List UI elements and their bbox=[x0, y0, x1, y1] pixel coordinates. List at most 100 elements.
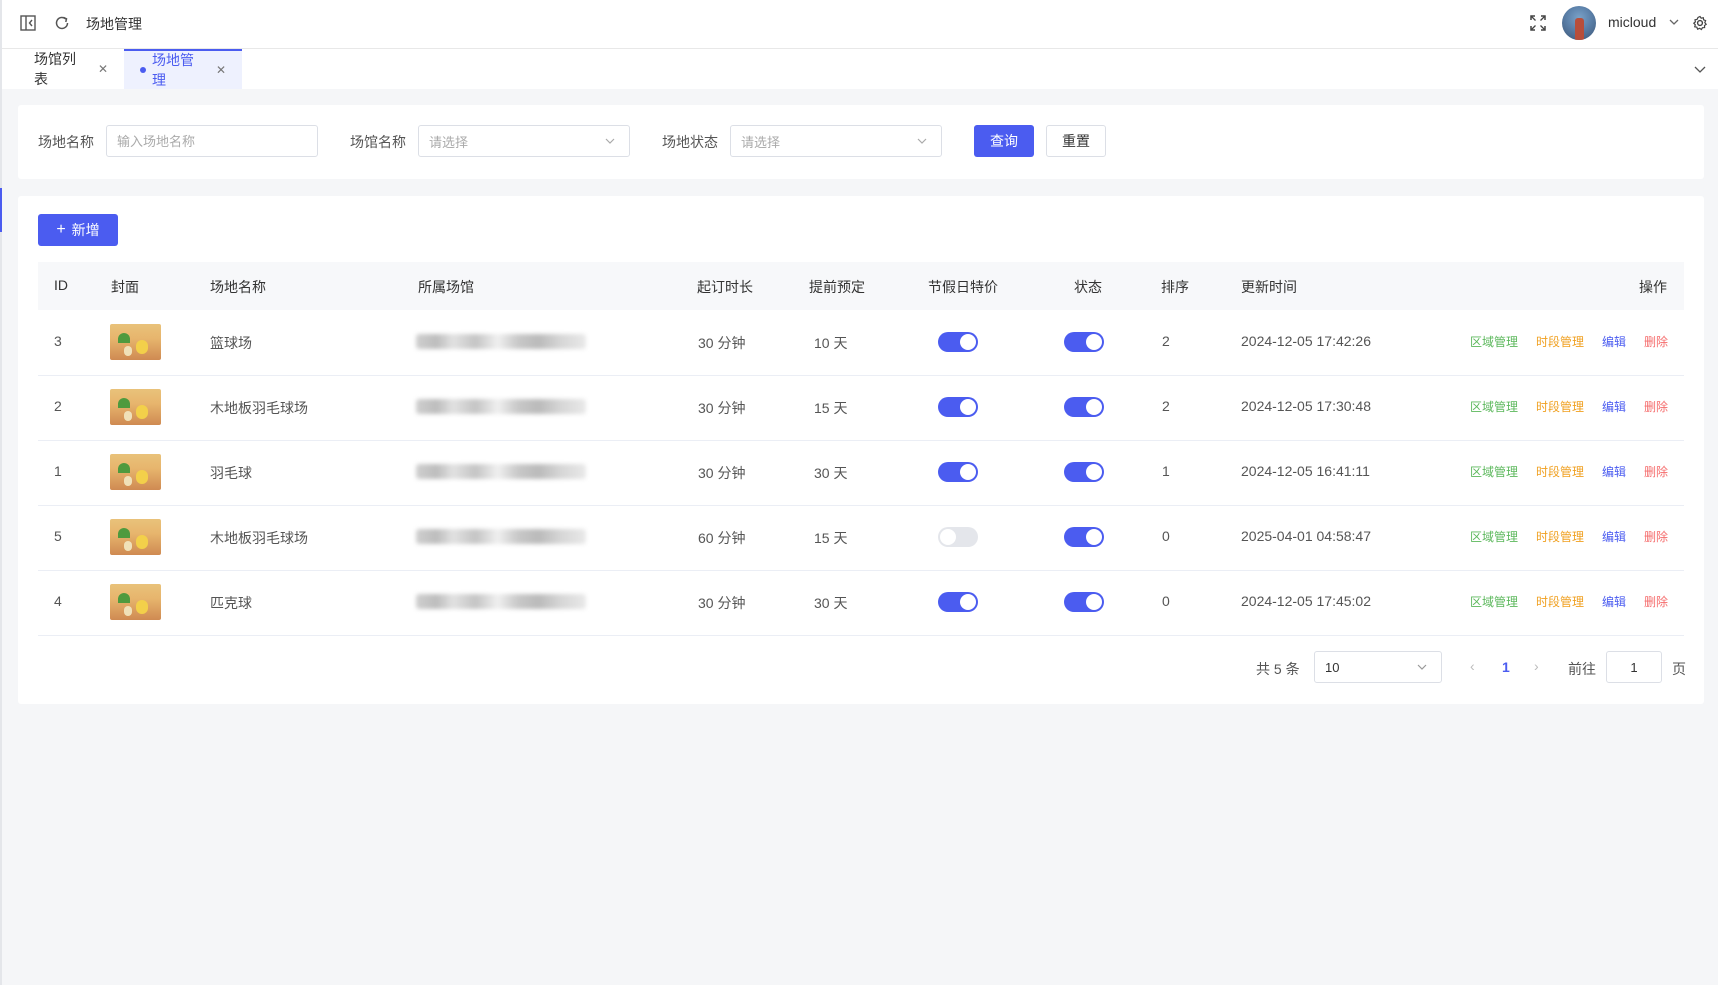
area-management-link[interactable]: 区域管理 bbox=[1470, 593, 1518, 610]
column-header-name: 场地名称 bbox=[210, 279, 266, 295]
stadium-name-label: 场馆名称 bbox=[350, 134, 406, 150]
username[interactable]: micloud bbox=[1608, 14, 1656, 30]
chevron-down-icon bbox=[917, 138, 927, 144]
tab-venue-list[interactable]: 场馆列表 ✕ bbox=[18, 49, 124, 89]
holiday-price-switch[interactable] bbox=[938, 332, 978, 352]
cover-image bbox=[110, 389, 161, 425]
sidebar-toggle-icon[interactable] bbox=[18, 13, 38, 33]
table-header: ID 封面 场地名称 所属场馆 起订时长 提前预定 节假日特价 状态 排序 更新… bbox=[38, 262, 1684, 310]
column-header-stadium: 所属场馆 bbox=[418, 279, 474, 295]
status-switch[interactable] bbox=[1064, 462, 1104, 482]
cell-advance: 30 天 bbox=[814, 595, 848, 611]
edit-link[interactable]: 编辑 bbox=[1602, 398, 1626, 415]
status-switch[interactable] bbox=[1064, 332, 1104, 352]
next-page-icon[interactable]: › bbox=[1534, 658, 1539, 674]
edit-link[interactable]: 编辑 bbox=[1602, 463, 1626, 480]
area-management-link[interactable]: 区域管理 bbox=[1470, 398, 1518, 415]
area-management-link[interactable]: 区域管理 bbox=[1470, 463, 1518, 480]
table-row: 4 匹克球 30 分钟 30 天 0 2024-12-05 17:45:02 区域管理 时段管… bbox=[38, 570, 1684, 636]
column-header-status: 状态 bbox=[1074, 279, 1102, 295]
tabs-dropdown-chevron-icon[interactable] bbox=[1692, 61, 1708, 77]
table-row: 3 篮球场 30 分钟 10 天 2 2024-12-05 17:42:26 区域管理 时段管… bbox=[38, 310, 1684, 376]
cell-stadium-redacted bbox=[416, 529, 586, 544]
cell-id: 1 bbox=[54, 463, 62, 479]
edit-link[interactable]: 编辑 bbox=[1602, 333, 1626, 350]
cell-id: 4 bbox=[54, 593, 62, 609]
search-form-card: 场地名称 场馆名称 请选择 场地状态 请选择 查询 重置 bbox=[18, 105, 1704, 179]
cell-updated: 2025-04-01 04:58:47 bbox=[1241, 528, 1371, 544]
holiday-price-switch[interactable] bbox=[938, 592, 978, 612]
reset-button[interactable]: 重置 bbox=[1046, 125, 1106, 157]
goto-label: 前往 bbox=[1568, 661, 1596, 677]
delete-link[interactable]: 删除 bbox=[1644, 398, 1668, 415]
cover-image bbox=[110, 519, 161, 555]
chevron-down-icon[interactable] bbox=[1668, 16, 1680, 28]
column-header-actions: 操作 bbox=[1639, 279, 1667, 295]
close-icon[interactable]: ✕ bbox=[216, 63, 226, 77]
sidebar-active-marker bbox=[0, 188, 2, 232]
table-row: 1 羽毛球 30 分钟 30 天 1 2024-12-05 16:41:11 区域管理 时段管… bbox=[38, 440, 1684, 506]
holiday-price-switch[interactable] bbox=[938, 462, 978, 482]
cell-updated: 2024-12-05 17:30:48 bbox=[1241, 398, 1371, 414]
table-row: 2 木地板羽毛球场 30 分钟 15 天 2 2024-12-05 17:30:48 区域管… bbox=[38, 375, 1684, 441]
chevron-down-icon bbox=[605, 138, 615, 144]
plus-icon: + bbox=[56, 221, 66, 238]
cell-name: 羽毛球 bbox=[210, 465, 252, 481]
close-icon[interactable]: ✕ bbox=[98, 62, 108, 76]
tab-site-management[interactable]: 场地管理 ✕ bbox=[124, 49, 242, 89]
time-management-link[interactable]: 时段管理 bbox=[1536, 463, 1584, 480]
time-management-link[interactable]: 时段管理 bbox=[1536, 593, 1584, 610]
status-switch[interactable] bbox=[1064, 592, 1104, 612]
edit-link[interactable]: 编辑 bbox=[1602, 528, 1626, 545]
avatar[interactable] bbox=[1562, 6, 1596, 40]
time-management-link[interactable]: 时段管理 bbox=[1536, 398, 1584, 415]
time-management-link[interactable]: 时段管理 bbox=[1536, 528, 1584, 545]
refresh-icon[interactable] bbox=[52, 13, 72, 33]
site-status-select[interactable]: 请选择 bbox=[730, 125, 942, 157]
delete-link[interactable]: 删除 bbox=[1644, 528, 1668, 545]
fullscreen-icon[interactable] bbox=[1528, 13, 1548, 33]
cell-advance: 15 天 bbox=[814, 400, 848, 416]
cell-stadium-redacted bbox=[416, 594, 586, 609]
cell-updated: 2024-12-05 17:42:26 bbox=[1241, 333, 1371, 349]
edit-link[interactable]: 编辑 bbox=[1602, 593, 1626, 610]
cell-id: 5 bbox=[54, 528, 62, 544]
cell-stadium-redacted bbox=[416, 399, 586, 414]
page-number-current[interactable]: 1 bbox=[1502, 659, 1510, 675]
area-management-link[interactable]: 区域管理 bbox=[1470, 333, 1518, 350]
status-switch[interactable] bbox=[1064, 527, 1104, 547]
prev-page-icon[interactable]: ‹ bbox=[1470, 658, 1475, 674]
add-button[interactable]: + 新增 bbox=[38, 214, 118, 246]
status-switch[interactable] bbox=[1064, 397, 1104, 417]
page-size-select[interactable]: 10 bbox=[1314, 651, 1442, 683]
column-header-duration: 起订时长 bbox=[697, 279, 753, 295]
goto-page-input[interactable]: 1 bbox=[1606, 651, 1662, 683]
stadium-select[interactable]: 请选择 bbox=[418, 125, 630, 157]
holiday-price-switch[interactable] bbox=[938, 397, 978, 417]
cell-duration: 30 分钟 bbox=[698, 400, 746, 416]
cell-duration: 30 分钟 bbox=[698, 335, 746, 351]
delete-link[interactable]: 删除 bbox=[1644, 333, 1668, 350]
delete-link[interactable]: 删除 bbox=[1644, 463, 1668, 480]
cell-name: 木地板羽毛球场 bbox=[210, 400, 308, 416]
table-row: 5 木地板羽毛球场 60 分钟 15 天 0 2025-04-01 04:58:47 区域管… bbox=[38, 505, 1684, 571]
time-management-link[interactable]: 时段管理 bbox=[1536, 333, 1584, 350]
delete-link[interactable]: 删除 bbox=[1644, 593, 1668, 610]
page-suffix: 页 bbox=[1672, 661, 1686, 677]
site-name-input[interactable] bbox=[106, 125, 318, 157]
cell-sort: 0 bbox=[1162, 593, 1170, 609]
chevron-down-icon bbox=[1417, 664, 1427, 670]
cell-advance: 10 天 bbox=[814, 335, 848, 351]
site-status-label: 场地状态 bbox=[662, 134, 718, 150]
area-management-link[interactable]: 区域管理 bbox=[1470, 528, 1518, 545]
cell-sort: 1 bbox=[1162, 463, 1170, 479]
tabs-bar: 场馆列表 ✕ 场地管理 ✕ bbox=[2, 49, 1718, 89]
stadium-select-placeholder: 请选择 bbox=[429, 134, 469, 150]
left-edge bbox=[0, 0, 2, 985]
gear-icon[interactable] bbox=[1690, 13, 1710, 33]
cell-stadium-redacted bbox=[416, 334, 586, 349]
cell-name: 篮球场 bbox=[210, 335, 252, 351]
cell-id: 3 bbox=[54, 333, 62, 349]
holiday-price-switch[interactable] bbox=[938, 527, 978, 547]
query-button[interactable]: 查询 bbox=[974, 125, 1034, 157]
